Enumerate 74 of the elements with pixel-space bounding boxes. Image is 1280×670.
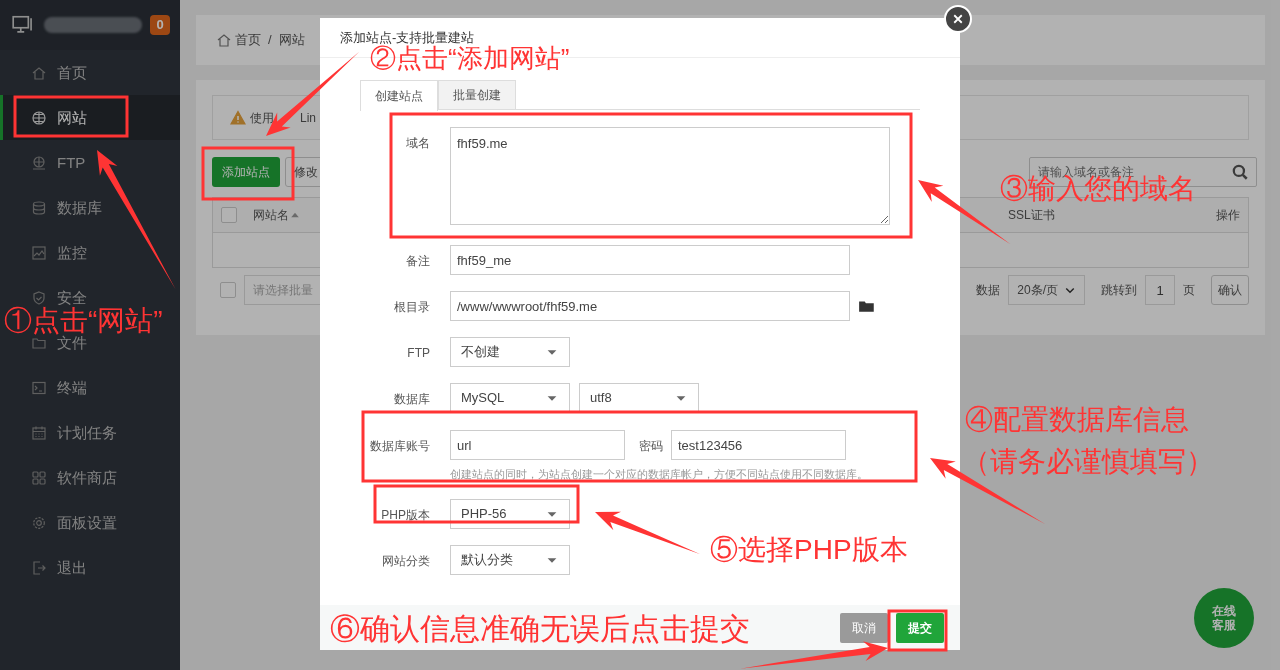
annotation-text: ④配置数据库信息 — [965, 405, 1189, 436]
annotation-text: ⑥确认信息准确无误后点击提交 — [330, 612, 750, 645]
dropdown[interactable]: PHP-56 — [450, 498, 570, 529]
calendar-icon — [31, 424, 47, 441]
tab[interactable]: 批量创建 — [438, 80, 516, 109]
hint-text: 创建站点的同时，为站点创建一个对应的数据库帐户，方便不同站点使用不同数据库。 — [450, 467, 869, 482]
warning-icon — [230, 109, 246, 126]
close-button[interactable] — [944, 5, 972, 33]
globe-icon — [31, 154, 47, 171]
add-site-button[interactable]: 添加站点 — [212, 157, 280, 187]
tab[interactable]: 创建站点 — [360, 80, 438, 111]
record-count: 数据 — [976, 282, 1001, 299]
settings-icon — [31, 514, 47, 531]
breadcrumb-separator: / — [268, 31, 272, 50]
breadcrumb-link[interactable]: 网站 — [278, 30, 305, 50]
row-checkbox[interactable] — [220, 282, 236, 298]
field-label: FTP — [406, 345, 430, 362]
column-header[interactable]: 网站名 — [253, 206, 289, 224]
field-label: 域名 — [405, 135, 430, 152]
field-label: 根目录 — [393, 299, 430, 316]
dropdown[interactable]: 不创建 — [450, 337, 570, 367]
field-label: 数据库账号 — [369, 438, 430, 455]
field-label: 数据库 — [393, 391, 430, 408]
sidebar-item[interactable]: 监控 — [31, 243, 87, 262]
dropdown[interactable]: MySQL — [450, 383, 570, 413]
field-label: PHP版本 — [380, 506, 430, 524]
annotation-text: ②点击“添加网站” — [370, 44, 570, 73]
page-input[interactable]: 1 — [1145, 275, 1175, 305]
shield-icon — [31, 289, 47, 306]
sidebar-item[interactable]: FTP — [31, 153, 86, 172]
field-label: 网站分类 — [381, 552, 430, 570]
sidebar-item[interactable]: 数据库 — [31, 198, 102, 217]
globe-icon — [31, 109, 47, 126]
grid-icon — [31, 469, 47, 486]
submit-button[interactable]: 提交 — [896, 612, 944, 643]
sidebar-item[interactable]: 终端 — [31, 378, 87, 397]
annotation-text: ①点击“网站” — [4, 306, 163, 336]
home-icon — [216, 32, 232, 48]
dropdown[interactable]: 默认分类 — [450, 544, 570, 575]
page-unit: 页 — [1183, 282, 1195, 299]
sidebar-item[interactable]: 网站 — [31, 108, 87, 127]
annotation-text: ⑤选择PHP版本 — [710, 535, 908, 566]
select-all-checkbox[interactable] — [221, 207, 237, 223]
page-size-select[interactable]: 20条/页 — [1008, 275, 1085, 305]
username-field[interactable]: url — [450, 430, 625, 460]
sidebar-item[interactable]: 计划任务 — [31, 423, 117, 442]
annotation-text: （请务必谨慎填写） — [962, 447, 1214, 478]
notice-text: 使用 — [250, 109, 274, 127]
jump-label: 跳转到 — [1101, 282, 1137, 299]
domain-field[interactable]: fhf59.me — [450, 127, 890, 225]
sidebar-item[interactable]: 面板设置 — [31, 513, 117, 532]
logout-icon — [31, 559, 47, 576]
column-header: 操作 — [1216, 207, 1240, 224]
confirm-button[interactable]: 确认 — [1211, 275, 1249, 305]
sidebar-item[interactable]: 退出 — [31, 558, 87, 577]
breadcrumb-link[interactable]: 首页 — [235, 30, 261, 50]
terminal-icon — [31, 379, 47, 396]
text-field[interactable]: fhf59_me — [450, 245, 850, 275]
database-icon — [31, 199, 47, 216]
notification-badge[interactable]: 0 — [150, 15, 170, 35]
chart-icon — [31, 244, 47, 261]
notice-text: Lin — [300, 109, 316, 127]
column-header: SSL证书 — [1008, 207, 1055, 224]
sidebar-item[interactable]: 软件商店 — [31, 468, 117, 487]
sidebar-item[interactable]: 安全 — [31, 288, 87, 307]
chat-button[interactable]: 在线客服 — [1194, 588, 1254, 648]
field-label: 密码 — [639, 438, 663, 455]
close-icon — [952, 13, 964, 25]
highlight-box — [887, 609, 948, 652]
password-field[interactable]: test123456 — [671, 430, 846, 460]
path-field[interactable]: /www/wwwroot/fhf59.me — [450, 291, 850, 321]
sidebar-item[interactable]: 首页 — [31, 63, 87, 82]
dropdown[interactable]: utf8 — [579, 383, 699, 413]
field-label: 备注 — [405, 253, 430, 270]
